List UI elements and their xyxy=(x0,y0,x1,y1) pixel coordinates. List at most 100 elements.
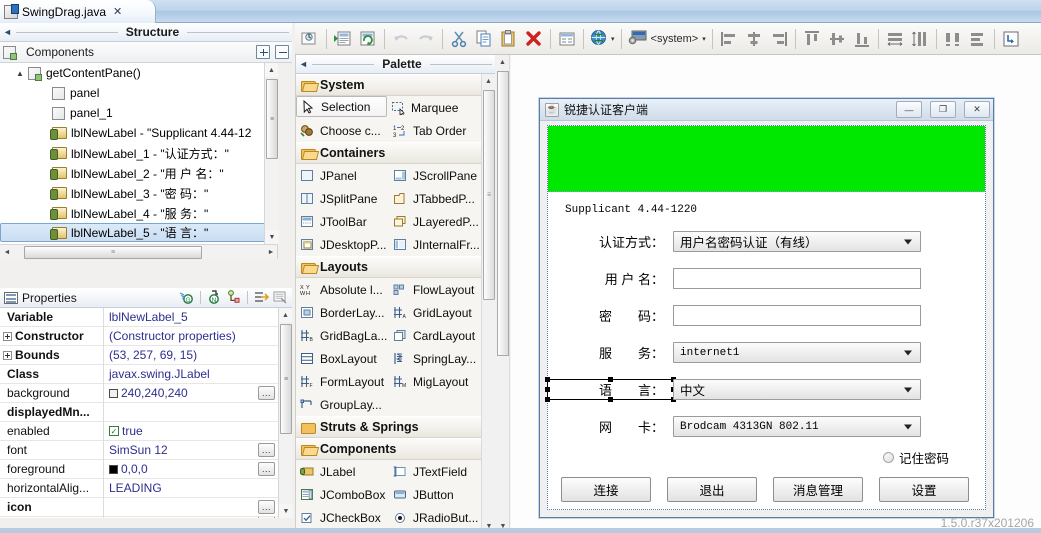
chevron-down-icon[interactable]: ▾ xyxy=(702,35,706,43)
locale-selector[interactable]: ▾ xyxy=(588,27,617,51)
palette-item-border-layout[interactable]: BorderLay... xyxy=(296,301,389,324)
scroll-left-icon[interactable]: ◄ xyxy=(0,249,14,256)
properties-table[interactable]: Variable lblNewLabel_5 Constructor (Cons… xyxy=(0,308,278,518)
expand-icon[interactable] xyxy=(3,331,12,341)
property-value[interactable]: javax.swing.JLabel xyxy=(104,365,278,384)
exit-button[interactable]: 退出 xyxy=(667,477,757,502)
palette-item-jtabbedpane[interactable]: JTabbedP... xyxy=(389,187,482,210)
hscroll-thumb[interactable]: ≡ xyxy=(24,245,202,259)
property-row[interactable]: Bounds (53, 257, 69, 15) xyxy=(0,345,278,365)
copy-icon[interactable] xyxy=(472,27,496,51)
property-name-expandable[interactable]: Constructor xyxy=(0,326,104,346)
open-editor-button[interactable] xyxy=(258,517,275,518)
palette-scroll-thumb[interactable]: ≡ xyxy=(483,90,495,300)
property-value-cell[interactable]: SimSun 12 ... xyxy=(104,441,278,460)
palette-section-system[interactable]: System xyxy=(296,74,482,96)
replicate-icon[interactable] xyxy=(999,27,1023,51)
field-label-selected[interactable]: 语 言： xyxy=(545,377,676,402)
undo-icon[interactable] xyxy=(389,27,413,51)
chevron-down-icon[interactable] xyxy=(904,239,912,244)
open-source-icon[interactable] xyxy=(331,27,355,51)
palette-item-jbutton[interactable]: JButton xyxy=(389,483,482,506)
show-advanced-icon[interactable] xyxy=(226,290,241,305)
palette-item-grid-layout[interactable]: A GridLayout xyxy=(389,301,482,324)
property-row[interactable]: Variable lblNewLabel_5 xyxy=(0,308,278,327)
palette-section-layouts[interactable]: Layouts xyxy=(296,256,482,278)
property-value[interactable]: (53, 257, 69, 15) xyxy=(104,346,278,365)
align-left-icon[interactable] xyxy=(717,27,741,51)
open-editor-button[interactable]: ... xyxy=(258,500,275,514)
palette-item-card-layout[interactable]: CardLayout xyxy=(389,324,482,347)
palette-item-tab-order[interactable]: 123 Tab Order xyxy=(389,119,482,142)
palette-section-components[interactable]: Components xyxy=(296,438,482,460)
tree-row[interactable]: lblNewLabel_2 - "用 户 名：" xyxy=(0,163,277,183)
palette-scrollbar[interactable]: ▲ ≡ ▼ xyxy=(481,74,495,533)
align-bottom-icon[interactable] xyxy=(850,27,874,51)
palette-item-gridbag-layout[interactable]: B GridBagLa... xyxy=(296,324,389,347)
property-value-cell[interactable]: ... xyxy=(104,498,278,517)
property-value-cell[interactable] xyxy=(104,517,278,518)
remember-password-row[interactable]: 记住密码 xyxy=(548,445,985,469)
collapse-all-button[interactable] xyxy=(275,45,289,59)
property-row[interactable]: horizontalAlig... LEADING xyxy=(0,478,278,498)
open-editor-button[interactable]: ... xyxy=(258,386,275,400)
design-surface[interactable]: ☕ 锐捷认证客户端 — ❐ ✕ Supplicant 4.44-1220 认证方… xyxy=(511,55,1041,533)
align-top-icon[interactable] xyxy=(800,27,824,51)
property-row[interactable]: Class javax.swing.JLabel xyxy=(0,364,278,384)
scroll-up-icon[interactable]: ▲ xyxy=(265,63,278,77)
hscroll-track[interactable]: ≡ xyxy=(14,245,264,259)
property-row[interactable] xyxy=(0,517,278,518)
tree-row[interactable]: lblNewLabel_1 - "认证方式：" xyxy=(0,143,277,163)
same-width-icon[interactable] xyxy=(883,27,907,51)
align-center-h-icon[interactable] xyxy=(742,27,766,51)
scroll-right-icon[interactable]: ► xyxy=(264,249,277,256)
auth-mode-combobox[interactable]: 用户名密码认证（有线） xyxy=(673,231,921,252)
palette-item-selection[interactable]: Selection xyxy=(296,96,387,117)
palette-item-jsplitpane[interactable]: JSplitPane xyxy=(296,187,389,210)
tree-row[interactable]: ▲ getContentPane() xyxy=(0,63,277,83)
palette-item-choose-component[interactable]: Choose c... xyxy=(296,119,389,142)
align-right-icon[interactable] xyxy=(767,27,791,51)
design-canvas[interactable]: ▲ ▼ ☕ 锐捷认证客户端 — ❐ ✕ Supplicant 4.44-1220 xyxy=(496,55,1041,533)
palette-item-jscrollpane[interactable]: JScrollPane xyxy=(389,164,482,187)
palette-item-jinternalframe[interactable]: JInternalFr... xyxy=(389,233,482,256)
banner-panel[interactable] xyxy=(548,126,985,192)
palette-item-marquee[interactable]: Marquee xyxy=(387,96,480,119)
property-value-cell[interactable]: 240,240,240 ... xyxy=(104,384,278,403)
palette-item-jcheckbox[interactable]: JCheckBox xyxy=(296,506,389,529)
close-icon[interactable]: ✕ xyxy=(113,5,122,18)
palette-item-jdesktoppane[interactable]: JDesktopP... xyxy=(296,233,389,256)
align-center-v-icon[interactable] xyxy=(825,27,849,51)
show-events-icon[interactable]: G xyxy=(179,290,194,305)
property-row[interactable]: background 240,240,240 ... xyxy=(0,383,278,403)
scroll-up-icon[interactable]: ▲ xyxy=(482,74,495,88)
editor-tab-swingdrag[interactable]: SwingDrag.java ✕ xyxy=(0,0,156,23)
property-row[interactable]: Constructor (Constructor properties) xyxy=(0,326,278,346)
chevron-down-icon[interactable] xyxy=(904,350,912,355)
property-name-expandable[interactable]: Bounds xyxy=(0,345,104,365)
service-combobox[interactable]: internet1 xyxy=(673,342,921,363)
property-value[interactable]: (Constructor properties) xyxy=(104,327,278,346)
tree-row-selected[interactable]: lblNewLabel_5 - "语 言：" xyxy=(0,223,274,242)
space-v-icon[interactable] xyxy=(966,27,990,51)
language-combobox[interactable]: 中文 xyxy=(673,379,921,400)
scroll-up-icon[interactable]: ▲ xyxy=(496,55,509,69)
property-row[interactable]: icon ... xyxy=(0,497,278,517)
palette-item-jradiobutton[interactable]: JRadioBut... xyxy=(389,506,482,529)
tree-row[interactable]: lblNewLabel_4 - "服 务：" xyxy=(0,203,277,223)
canvas-vertical-scrollbar[interactable]: ▲ ▼ xyxy=(496,55,510,533)
chevron-down-icon[interactable] xyxy=(904,424,912,429)
property-row[interactable]: foreground 0,0,0 ... xyxy=(0,459,278,479)
cut-icon[interactable] xyxy=(447,27,471,51)
swing-jframe-preview[interactable]: ☕ 锐捷认证客户端 — ❐ ✕ Supplicant 4.44-1220 认证方… xyxy=(539,98,994,518)
tree-row[interactable]: panel_1 xyxy=(0,103,277,123)
palette-item-group-layout[interactable]: GroupLay... xyxy=(296,393,389,416)
palette-item-jtextfield[interactable]: JTextField xyxy=(389,460,482,483)
property-value-cell[interactable]: 0,0,0 ... xyxy=(104,460,278,479)
scroll-up-icon[interactable]: ▲ xyxy=(279,308,292,322)
palette-item-box-layout[interactable]: BoxLayout xyxy=(296,347,389,370)
expand-icon[interactable] xyxy=(3,350,12,360)
vscroll-thumb[interactable]: ≡ xyxy=(266,79,278,159)
tree-row[interactable]: panel xyxy=(0,83,277,103)
test-refresh-icon[interactable] xyxy=(356,27,380,51)
